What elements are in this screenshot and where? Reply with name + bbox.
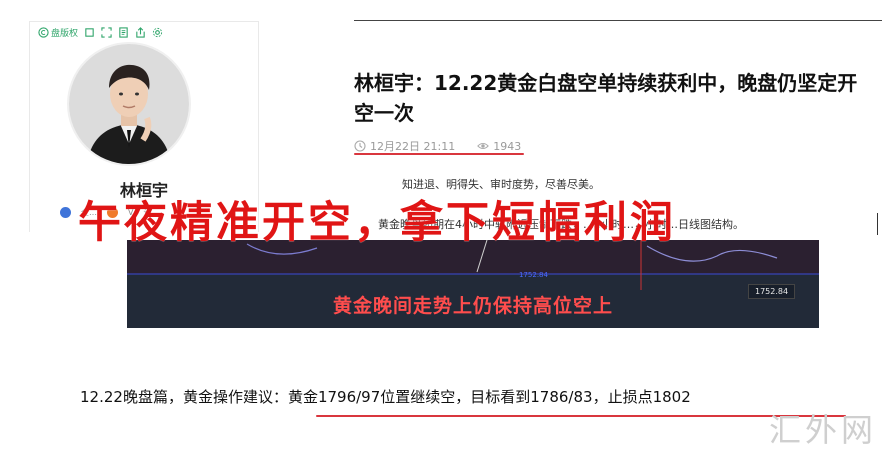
headline-overlay: 午夜精准开空，拿下短幅利润 [78,198,676,248]
article-meta: 12月22日 21:11 1943 [354,138,521,154]
copy-icon[interactable] [84,27,95,38]
chart-caption: 黄金晚间走势上仍保持高位空上 [332,295,613,317]
document-icon[interactable] [118,26,129,38]
article-title: 林桓宇：12.22黄金白盘空单持续获利中，晚盘仍坚定开 空一次 [354,68,874,128]
expand-icon[interactable] [101,26,112,38]
user-icon [60,207,71,218]
author-portrait [69,44,189,164]
publish-date: 12月22日 21:11 [354,138,455,154]
copyright-label: 盘版权 [51,28,79,39]
trading-strategy: 12.22晚盘篇，黄金操作建议：黄金1796/97位置继续空，目标看到1786/… [80,388,691,406]
article-title-line-2: 空一次 [354,101,414,125]
settings-icon[interactable] [152,27,163,38]
share-icon[interactable] [135,26,146,38]
chart-blue-label: 1752.84 [519,271,548,279]
clock-icon [354,140,366,152]
eye-icon [477,142,490,150]
chart-image: 1752.84 1752.84 黄金晚间走势上仍保持高位空上 [127,240,819,328]
publish-date-text: 12月22日 21:11 [370,140,456,153]
meta-red-underline [354,153,524,155]
site-watermark: 汇外网 [769,411,878,449]
view-count-text: 1943 [493,139,522,153]
view-count: 1943 [477,140,521,153]
header-divider [354,20,882,21]
strategy-red-underline [316,415,846,417]
copyright-button[interactable]: 盘版权 [38,26,78,39]
copyright-icon [38,26,49,38]
author-avatar[interactable] [67,42,191,166]
text-cursor [877,213,878,235]
article-toolbar: 盘版权 [38,24,163,40]
article-title-line-1: 林桓宇：12.22黄金白盘空单持续获利中，晚盘仍坚定开 [354,71,858,95]
